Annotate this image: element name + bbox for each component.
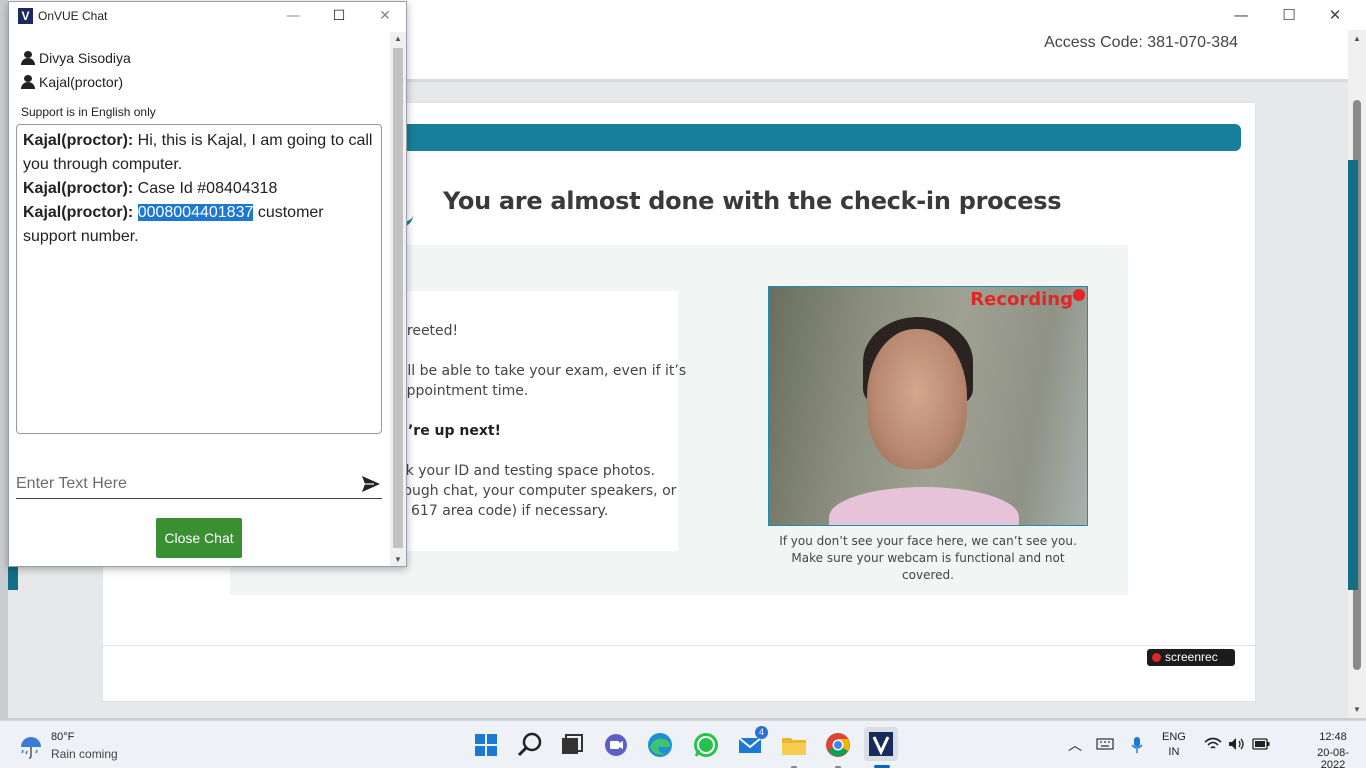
participant-candidate: Divya Sisodiya <box>21 50 131 66</box>
language-indicator[interactable]: ENG IN <box>1162 731 1186 758</box>
chat-minimize-button[interactable]: — <box>281 6 305 26</box>
clock[interactable]: 12:48 20-08-2022 <box>1308 731 1358 768</box>
language-code: ENG <box>1162 731 1186 743</box>
chat-scrollbar[interactable]: ▲ ▼ <box>390 32 406 566</box>
recording-dot-icon <box>1073 289 1085 301</box>
info-line: greeted! <box>398 323 459 339</box>
info-line: ck your ID and testing space photos. <box>398 463 655 479</box>
person-icon <box>21 75 35 89</box>
chat-titlebar[interactable]: V OnVUE Chat — ☐ ✕ <box>9 2 406 30</box>
close-chat-button[interactable]: Close Chat <box>156 518 242 558</box>
message-text: Case Id #08404318 <box>133 180 278 197</box>
chat-message: Kajal(proctor): Hi, this is Kajal, I am … <box>23 129 375 177</box>
chat-scroll-thumb[interactable] <box>393 48 403 548</box>
recording-label: Recording <box>970 289 1073 310</box>
scroll-down-icon[interactable]: ▼ <box>390 555 406 564</box>
chat-message: Kajal(proctor): 0008004401837 customer s… <box>23 201 375 249</box>
screenrec-badge[interactable]: screenrec <box>1147 649 1235 666</box>
person-icon <box>21 51 35 65</box>
search-icon[interactable] <box>514 729 546 761</box>
participant-name: Divya Sisodiya <box>39 50 131 66</box>
windows-start-icon[interactable] <box>470 729 502 761</box>
onvue-taskbar-button[interactable] <box>864 727 898 761</box>
chat-input-row <box>16 470 382 499</box>
weather-temperature: 80°F <box>51 731 75 743</box>
maximize-button[interactable]: ☐ <box>1266 4 1312 26</box>
message-sender: Kajal(proctor): <box>23 204 134 221</box>
page-title: You are almost done with the check-in pr… <box>443 187 1062 215</box>
message-sender: Kajal(proctor): <box>23 180 134 197</box>
webcam-person-shirt <box>829 487 1019 525</box>
info-line: appointment time. <box>398 383 529 399</box>
wifi-icon[interactable] <box>1204 737 1222 751</box>
support-note: Support is in English only <box>21 105 156 119</box>
close-button[interactable]: ✕ <box>1312 4 1358 26</box>
access-code: Access Code: 381-070-384 <box>1044 34 1238 51</box>
chat-input[interactable] <box>16 472 346 496</box>
taskbar: 80°F Rain coming 4 ︿ ENG IN 12:48 20-08-… <box>0 720 1366 768</box>
webcam-preview: Recording <box>768 286 1088 526</box>
scroll-up-icon[interactable]: ▲ <box>390 34 406 43</box>
whatsapp-icon[interactable] <box>690 729 722 761</box>
participant-proctor: Kajal(proctor) <box>21 74 123 90</box>
send-icon[interactable] <box>362 476 380 492</box>
info-heading: u’re up next! <box>398 423 501 439</box>
clock-date: 20-08-2022 <box>1317 747 1349 768</box>
participant-name: Kajal(proctor) <box>39 74 124 90</box>
info-line: a 617 area code) if necessary. <box>398 503 609 519</box>
chat-title: OnVUE Chat <box>38 9 108 23</box>
battery-icon[interactable] <box>1252 738 1270 750</box>
scroll-down-icon[interactable]: ▼ <box>1348 705 1366 714</box>
rain-umbrella-icon <box>21 737 41 759</box>
chat-message: Kajal(proctor): Case Id #08404318 <box>23 177 375 201</box>
webcam-person-face <box>867 329 967 469</box>
divider <box>103 645 1255 646</box>
info-line: till be able to take your exam, even if … <box>398 363 687 379</box>
teal-edge-right <box>1348 160 1358 590</box>
chat-maximize-button[interactable]: ☐ <box>327 6 351 26</box>
selected-text[interactable]: 0008004401837 <box>137 204 254 221</box>
message-sender: Kajal(proctor): <box>23 132 134 149</box>
mail-app[interactable]: 4 <box>734 726 768 761</box>
chrome-icon[interactable] <box>822 729 854 761</box>
edge-browser-icon[interactable] <box>644 729 676 761</box>
chat-close-button[interactable]: ✕ <box>373 6 397 26</box>
chat-messages[interactable]: Kajal(proctor): Hi, this is Kajal, I am … <box>16 124 382 434</box>
task-view-icon[interactable] <box>556 729 588 761</box>
info-line: rough chat, your computer speakers, or <box>398 483 677 499</box>
chat-window: V OnVUE Chat — ☐ ✕ Divya Sisodiya Kajal(… <box>8 1 407 567</box>
microphone-icon[interactable] <box>1130 736 1144 754</box>
onvue-icon <box>869 732 893 756</box>
minimize-button[interactable]: — <box>1218 4 1264 26</box>
region-code: IN <box>1168 746 1180 758</box>
keyboard-icon[interactable] <box>1096 738 1114 750</box>
scroll-up-icon[interactable]: ▲ <box>1348 34 1366 43</box>
webcam-caption: If you don’t see your face here, we can’… <box>779 534 1077 582</box>
mail-badge: 4 <box>755 726 768 739</box>
volume-icon[interactable] <box>1228 737 1246 751</box>
clock-time: 12:48 <box>1319 731 1347 743</box>
file-explorer-icon[interactable] <box>778 729 810 761</box>
teams-chat-icon[interactable] <box>600 729 632 761</box>
tray-overflow-chevron-icon[interactable]: ︿ <box>1068 735 1082 755</box>
onvue-logo-icon: V <box>18 8 33 24</box>
weather-description: Rain coming <box>51 747 118 761</box>
